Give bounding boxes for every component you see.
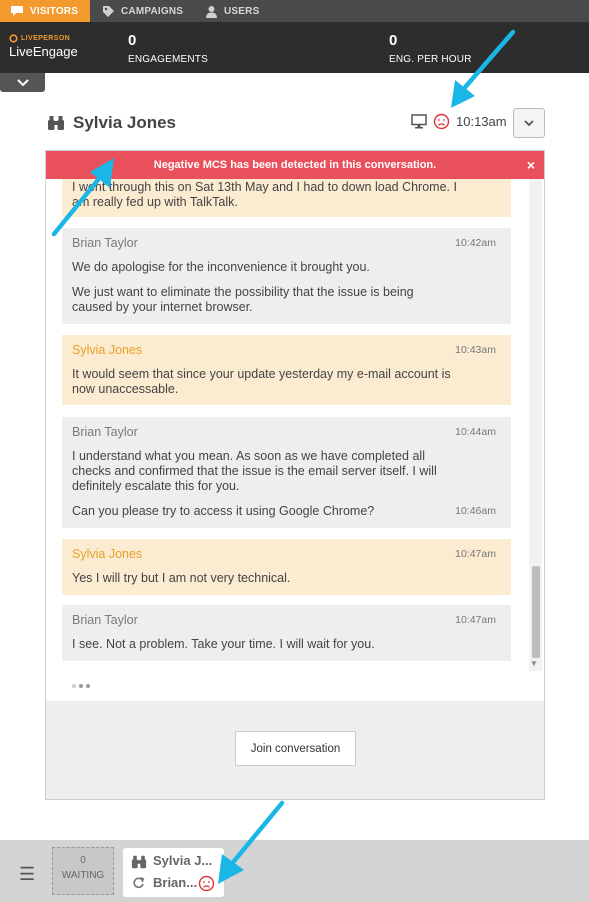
message-text: Can you please try to access it using Go… <box>72 504 375 518</box>
message-sender: Brian Taylor <box>72 425 138 439</box>
engagements-stat: 0 ENGAGEMENTS <box>128 32 208 65</box>
chat-visitor-name: Sylvia J... <box>153 853 213 868</box>
binoculars-icon <box>131 855 147 869</box>
visitor-heading: Sylvia Jones <box>47 113 176 133</box>
chevron-down-icon <box>524 119 534 126</box>
nav-item-label: VISITORS <box>30 5 79 17</box>
nav-item-visitors[interactable]: VISITORS <box>0 0 91 22</box>
stat-label: ENG. PER HOUR <box>389 54 472 65</box>
visitor-options-dropdown[interactable] <box>513 108 545 138</box>
message-text: It would seem that since your update yes… <box>72 367 451 396</box>
chevron-down-icon <box>16 78 29 86</box>
liveengage-logo: LIVEPERSON LiveEngage <box>9 34 78 59</box>
brand-name: LIVEPERSON <box>21 35 71 42</box>
sad-face-icon <box>433 113 450 130</box>
visitor-meta: 10:13am <box>411 113 507 130</box>
stat-value: 0 <box>128 32 137 49</box>
waiting-count: 0 <box>80 855 86 866</box>
negative-mcs-alert: Negative MCS has been detected in this c… <box>46 151 544 179</box>
chat-bubble-icon <box>11 6 23 16</box>
app-header: LIVEPERSON LiveEngage 0 ENGAGEMENTS 0 EN… <box>0 22 589 73</box>
message-text: We just want to eliminate the possibilit… <box>72 285 414 314</box>
binoculars-icon <box>48 116 64 130</box>
refresh-icon <box>133 876 145 889</box>
chat-agent-name: Brian... <box>153 875 198 890</box>
eng-per-hour-stat: 0 ENG. PER HOUR <box>389 32 472 65</box>
active-chat-card[interactable]: Sylvia J... Brian... <box>123 848 224 897</box>
message-time: 10:47am <box>455 614 496 626</box>
close-icon[interactable]: × <box>527 157 535 173</box>
message-customer: Sylvia Jones 10:43am It would seem that … <box>62 335 511 405</box>
user-icon <box>206 5 217 18</box>
waiting-queue[interactable]: 0 WAITING <box>52 847 114 895</box>
stat-label: ENGAGEMENTS <box>128 54 208 65</box>
message-agent: Brian Taylor 10:42am We do apologise for… <box>62 228 511 324</box>
message-agent: Brian Taylor 10:44am I understand what y… <box>62 417 511 528</box>
tag-icon <box>103 5 114 17</box>
message-time: 10:42am <box>455 237 496 249</box>
desktop-icon <box>411 114 427 129</box>
sad-face-icon <box>198 875 215 892</box>
nav-item-campaigns[interactable]: CAMPAIGNS <box>102 0 183 22</box>
nav-item-label: USERS <box>224 5 260 17</box>
nav-item-label: CAMPAIGNS <box>121 5 184 17</box>
message-text: Yes I will try but I am not very technic… <box>72 571 291 585</box>
nav-item-users[interactable]: USERS <box>205 0 259 22</box>
visitor-time: 10:13am <box>456 114 507 129</box>
message-agent: Brian Taylor 10:47am I see. Not a proble… <box>62 605 511 661</box>
bottom-bar: ☰ 0 WAITING Sylvia J... Brian... <box>0 840 589 902</box>
message-sender: Brian Taylor <box>72 613 138 627</box>
collapse-header-button[interactable] <box>0 73 45 92</box>
join-area: Join conversation <box>46 701 544 799</box>
chat-panel: I went through this on Sat 13th May and … <box>45 150 545 800</box>
chat-transcript[interactable]: I went through this on Sat 13th May and … <box>46 151 544 701</box>
menu-icon[interactable]: ☰ <box>19 864 35 885</box>
visitor-name: Sylvia Jones <box>73 113 177 132</box>
message-text: I went through this on Sat 13th May and … <box>72 180 457 209</box>
typing-indicator <box>72 684 90 688</box>
scroll-down-arrow-icon[interactable]: ▼ <box>530 659 538 668</box>
scrollbar-thumb[interactable] <box>532 566 540 658</box>
product-name: LiveEngage <box>9 44 78 59</box>
message-text: We do apologise for the inconvenience it… <box>72 260 370 274</box>
top-nav: VISITORS CAMPAIGNS USERS <box>0 0 589 22</box>
alert-text: Negative MCS has been detected in this c… <box>153 159 437 171</box>
message-text: I understand what you mean. As soon as w… <box>72 449 437 493</box>
message-sender: Brian Taylor <box>72 236 138 250</box>
stat-value: 0 <box>389 32 398 49</box>
waiting-label: WAITING <box>61 870 105 881</box>
message-time: 10:46am <box>455 505 496 517</box>
message-time: 10:47am <box>455 548 496 560</box>
message-text: I see. Not a problem. Take your time. I … <box>72 637 375 651</box>
liveperson-logo-icon <box>9 34 18 43</box>
message-customer: Sylvia Jones 10:47am Yes I will try but … <box>62 539 511 595</box>
message-sender: Sylvia Jones <box>72 343 143 357</box>
message-time: 10:44am <box>455 426 496 438</box>
join-conversation-button[interactable]: Join conversation <box>235 731 356 766</box>
message-time: 10:43am <box>455 344 496 356</box>
message-sender: Sylvia Jones <box>72 547 143 561</box>
